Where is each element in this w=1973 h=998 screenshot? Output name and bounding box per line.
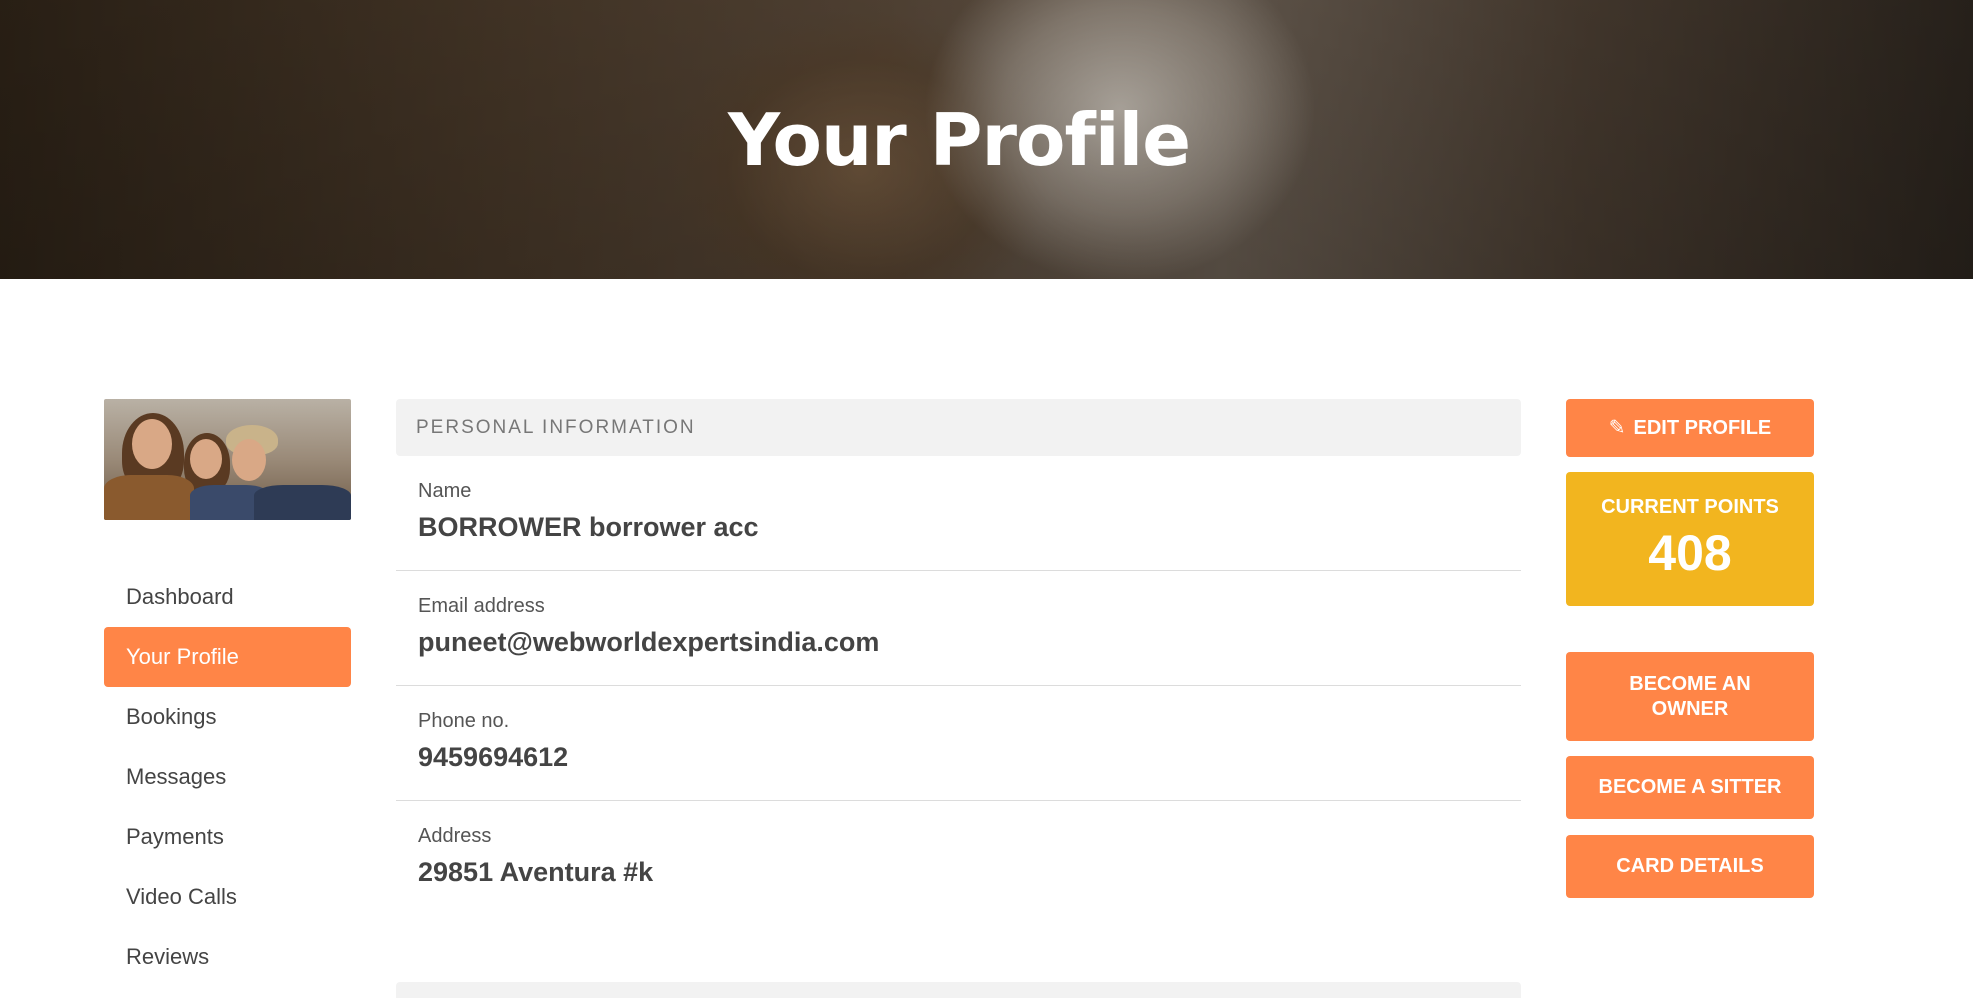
become-sitter-button[interactable]: BECOME A SITTER — [1566, 756, 1814, 819]
current-points-card: CURRENT POINTS 408 — [1566, 472, 1814, 606]
sidebar-item-your-profile[interactable]: Your Profile — [104, 627, 351, 687]
email-label: Email address — [418, 595, 545, 617]
next-section-header — [396, 982, 1521, 998]
page-title: Your Profile — [727, 98, 1191, 182]
sidebar-item-dashboard[interactable]: Dashboard — [104, 567, 351, 627]
name-field: Name BORROWER borrower acc — [396, 456, 1521, 571]
address-field: Address 29851 Aventura #k — [396, 801, 1521, 916]
phone-label: Phone no. — [418, 710, 510, 732]
address-value: 29851 Aventura #k — [418, 857, 654, 887]
hero-banner: Your Profile — [0, 0, 1973, 279]
current-points-value: 408 — [1648, 525, 1732, 581]
current-points-label: CURRENT POINTS — [1601, 496, 1779, 518]
email-field: Email address puneet@webworldexpertsindi… — [396, 571, 1521, 686]
personal-information-header: PERSONAL INFORMATION — [396, 399, 1521, 456]
phone-field: Phone no. 9459694612 — [396, 686, 1521, 801]
edit-profile-button[interactable]: ✎ EDIT PROFILE — [1566, 399, 1814, 457]
name-label: Name — [418, 480, 472, 502]
become-owner-label: BECOME AN OWNER — [1629, 672, 1751, 720]
sidebar-item-payments[interactable]: Payments — [104, 807, 351, 867]
phone-value: 9459694612 — [418, 742, 569, 772]
card-details-button[interactable]: CARD DETAILS — [1566, 835, 1814, 898]
name-value: BORROWER borrower acc — [418, 512, 759, 542]
sidebar-item-bookings[interactable]: Bookings — [104, 687, 351, 747]
become-owner-button[interactable]: BECOME AN OWNER — [1566, 652, 1814, 741]
sidebar-item-messages[interactable]: Messages — [104, 747, 351, 807]
pencil-icon: ✎ — [1608, 416, 1626, 439]
profile-photo — [104, 399, 351, 520]
email-value: puneet@webworldexpertsindia.com — [418, 627, 880, 657]
sidebar-item-video-calls[interactable]: Video Calls — [104, 867, 351, 927]
edit-profile-label: EDIT PROFILE — [1633, 416, 1772, 439]
card-details-label: CARD DETAILS — [1616, 855, 1764, 877]
become-sitter-label: BECOME A SITTER — [1598, 776, 1782, 798]
address-label: Address — [418, 825, 492, 847]
sidebar-nav: Dashboard Your Profile Bookings Messages… — [104, 567, 351, 987]
sidebar-item-reviews[interactable]: Reviews — [104, 927, 351, 987]
